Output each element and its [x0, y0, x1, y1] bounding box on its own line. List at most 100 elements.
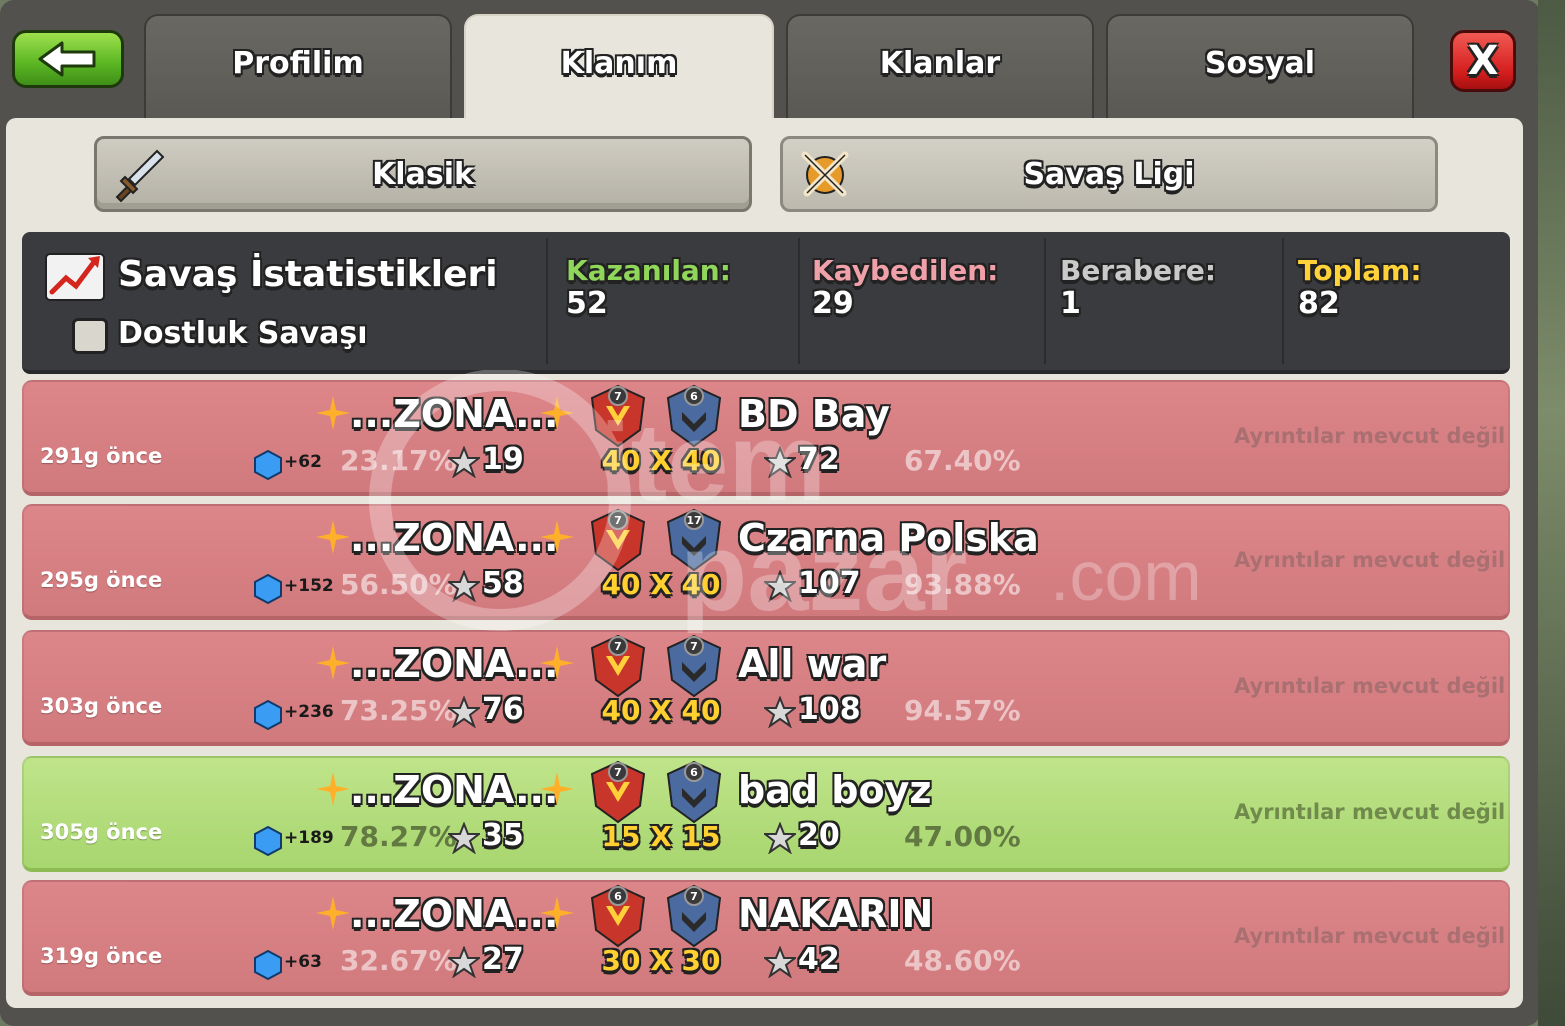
war-log-row[interactable]: 319g önce ...ZONA... +63 32.67% 27 6 7 3…: [22, 880, 1510, 996]
war-xp-gain: +152: [284, 576, 334, 596]
enemy-destruction-percent: 67.40%: [904, 444, 1021, 477]
enemy-clan-badge-icon: 7: [666, 884, 722, 948]
home-clan-name: ...ZONA...: [350, 392, 559, 436]
home-destruction-percent: 32.67%: [340, 944, 457, 977]
enemy-destruction-percent: 48.60%: [904, 944, 1021, 977]
details-unavailable-text: Ayrıntılar mevcut değil: [1234, 674, 1506, 698]
enemy-clan-level: 7: [690, 640, 698, 653]
tab-profile[interactable]: Profilim: [144, 14, 452, 124]
enemy-stars: 72: [798, 442, 840, 477]
war-league-label: Savaş Ligi: [1023, 156, 1195, 192]
war-xp-gain: +189: [284, 828, 334, 848]
home-clan-level: 6: [614, 890, 622, 903]
home-clan-name: ...ZONA...: [350, 516, 559, 560]
close-icon: X: [1467, 38, 1499, 84]
xp-gem-icon: [254, 574, 282, 604]
friendly-war-checkbox[interactable]: [72, 318, 108, 354]
home-stars: 35: [482, 818, 524, 853]
war-xp-gain: +62: [284, 452, 322, 472]
classic-war-label: Klasik: [372, 156, 474, 192]
war-log-row[interactable]: 305g önce ...ZONA... +189 78.27% 35 7 6 …: [22, 756, 1510, 872]
sparkle-icon: [316, 772, 350, 806]
enemy-clan-badge-icon: 6: [666, 384, 722, 448]
star-icon: [764, 822, 796, 854]
war-xp-gain: +236: [284, 702, 334, 722]
enemy-clan-name: NAKARIN: [738, 892, 934, 936]
total-value: 82: [1298, 286, 1340, 321]
enemy-clan-level: 7: [690, 890, 698, 903]
tab-my-clan-label: Klanım: [560, 46, 678, 81]
sparkle-icon: [316, 396, 350, 430]
sparkle-icon: [540, 896, 574, 930]
home-destruction-percent: 56.50%: [340, 568, 457, 601]
won-value: 52: [566, 286, 608, 321]
enemy-clan-level: 6: [690, 390, 698, 403]
war-size: 15 X 15: [601, 820, 721, 853]
home-clan-name: ...ZONA...: [350, 892, 559, 936]
war-log-row[interactable]: 303g önce ...ZONA... +236 73.25% 76 7 7 …: [22, 630, 1510, 746]
crossed-swords-icon: [801, 151, 849, 197]
war-size: 30 X 30: [601, 944, 721, 977]
lost-value: 29: [812, 286, 854, 321]
tab-clans[interactable]: Klanlar: [786, 14, 1094, 124]
home-clan-badge-icon: 7: [590, 384, 646, 448]
sword-icon: [115, 149, 165, 203]
war-log-row[interactable]: 295g önce ...ZONA... +152 56.50% 58 7 17…: [22, 504, 1510, 620]
enemy-clan-name: BD Bay: [738, 392, 890, 436]
home-clan-level: 7: [614, 390, 622, 403]
won-label: Kazanılan:: [566, 254, 731, 287]
sparkle-icon: [316, 520, 350, 554]
tab-social-label: Sosyal: [1204, 46, 1316, 81]
home-clan-name: ...ZONA...: [350, 642, 559, 686]
sparkle-icon: [316, 896, 350, 930]
stats-divider: [1282, 238, 1284, 364]
sparkle-icon: [540, 646, 574, 680]
star-icon: [448, 822, 480, 854]
war-league-tab[interactable]: Savaş Ligi: [780, 136, 1438, 212]
arrow-left-icon: [38, 41, 96, 77]
home-clan-badge-icon: 7: [590, 760, 646, 824]
tab-my-clan[interactable]: Klanım: [464, 14, 774, 124]
friendly-war-label: Dostluk Savaşı: [118, 316, 368, 351]
enemy-clan-name: Czarna Polska: [738, 516, 1039, 560]
enemy-clan-name: All war: [738, 642, 887, 686]
tab-social[interactable]: Sosyal: [1106, 14, 1414, 124]
background-scenery: [1538, 0, 1565, 1026]
details-unavailable-text: Ayrıntılar mevcut değil: [1234, 924, 1506, 948]
war-size: 40 X 40: [601, 444, 721, 477]
sparkle-icon: [316, 646, 350, 680]
star-icon: [764, 570, 796, 602]
enemy-clan-name: bad boyz: [738, 768, 932, 812]
home-clan-badge-icon: 7: [590, 508, 646, 572]
war-log-row[interactable]: 291g önce ...ZONA... +62 23.17% 19 7 6 4…: [22, 380, 1510, 496]
xp-gem-icon: [254, 950, 282, 980]
star-icon: [448, 696, 480, 728]
xp-gem-icon: [254, 450, 282, 480]
star-icon: [764, 946, 796, 978]
star-icon: [448, 946, 480, 978]
enemy-destruction-percent: 94.57%: [904, 694, 1021, 727]
tab-profile-label: Profilim: [232, 46, 364, 81]
details-unavailable-text: Ayrıntılar mevcut değil: [1234, 548, 1506, 572]
star-icon: [764, 446, 796, 478]
back-button[interactable]: [12, 30, 124, 88]
enemy-stars: 20: [798, 818, 840, 853]
tab-clans-label: Klanlar: [879, 46, 1001, 81]
lost-label: Kaybedilen:: [812, 254, 999, 287]
home-clan-level: 7: [614, 514, 622, 527]
home-stars: 76: [482, 692, 524, 727]
star-icon: [448, 446, 480, 478]
close-button[interactable]: X: [1450, 30, 1516, 92]
enemy-clan-level: 17: [686, 514, 701, 527]
enemy-clan-badge-icon: 17: [666, 508, 722, 572]
enemy-destruction-percent: 47.00%: [904, 820, 1021, 853]
star-icon: [448, 570, 480, 602]
classic-war-tab[interactable]: Klasik: [94, 136, 752, 212]
home-clan-level: 7: [614, 766, 622, 779]
details-unavailable-text: Ayrıntılar mevcut değil: [1234, 424, 1506, 448]
home-clan-badge-icon: 7: [590, 634, 646, 698]
home-destruction-percent: 78.27%: [340, 820, 457, 853]
home-stars: 19: [482, 442, 524, 477]
stats-divider: [1044, 238, 1046, 364]
xp-gem-icon: [254, 826, 282, 856]
